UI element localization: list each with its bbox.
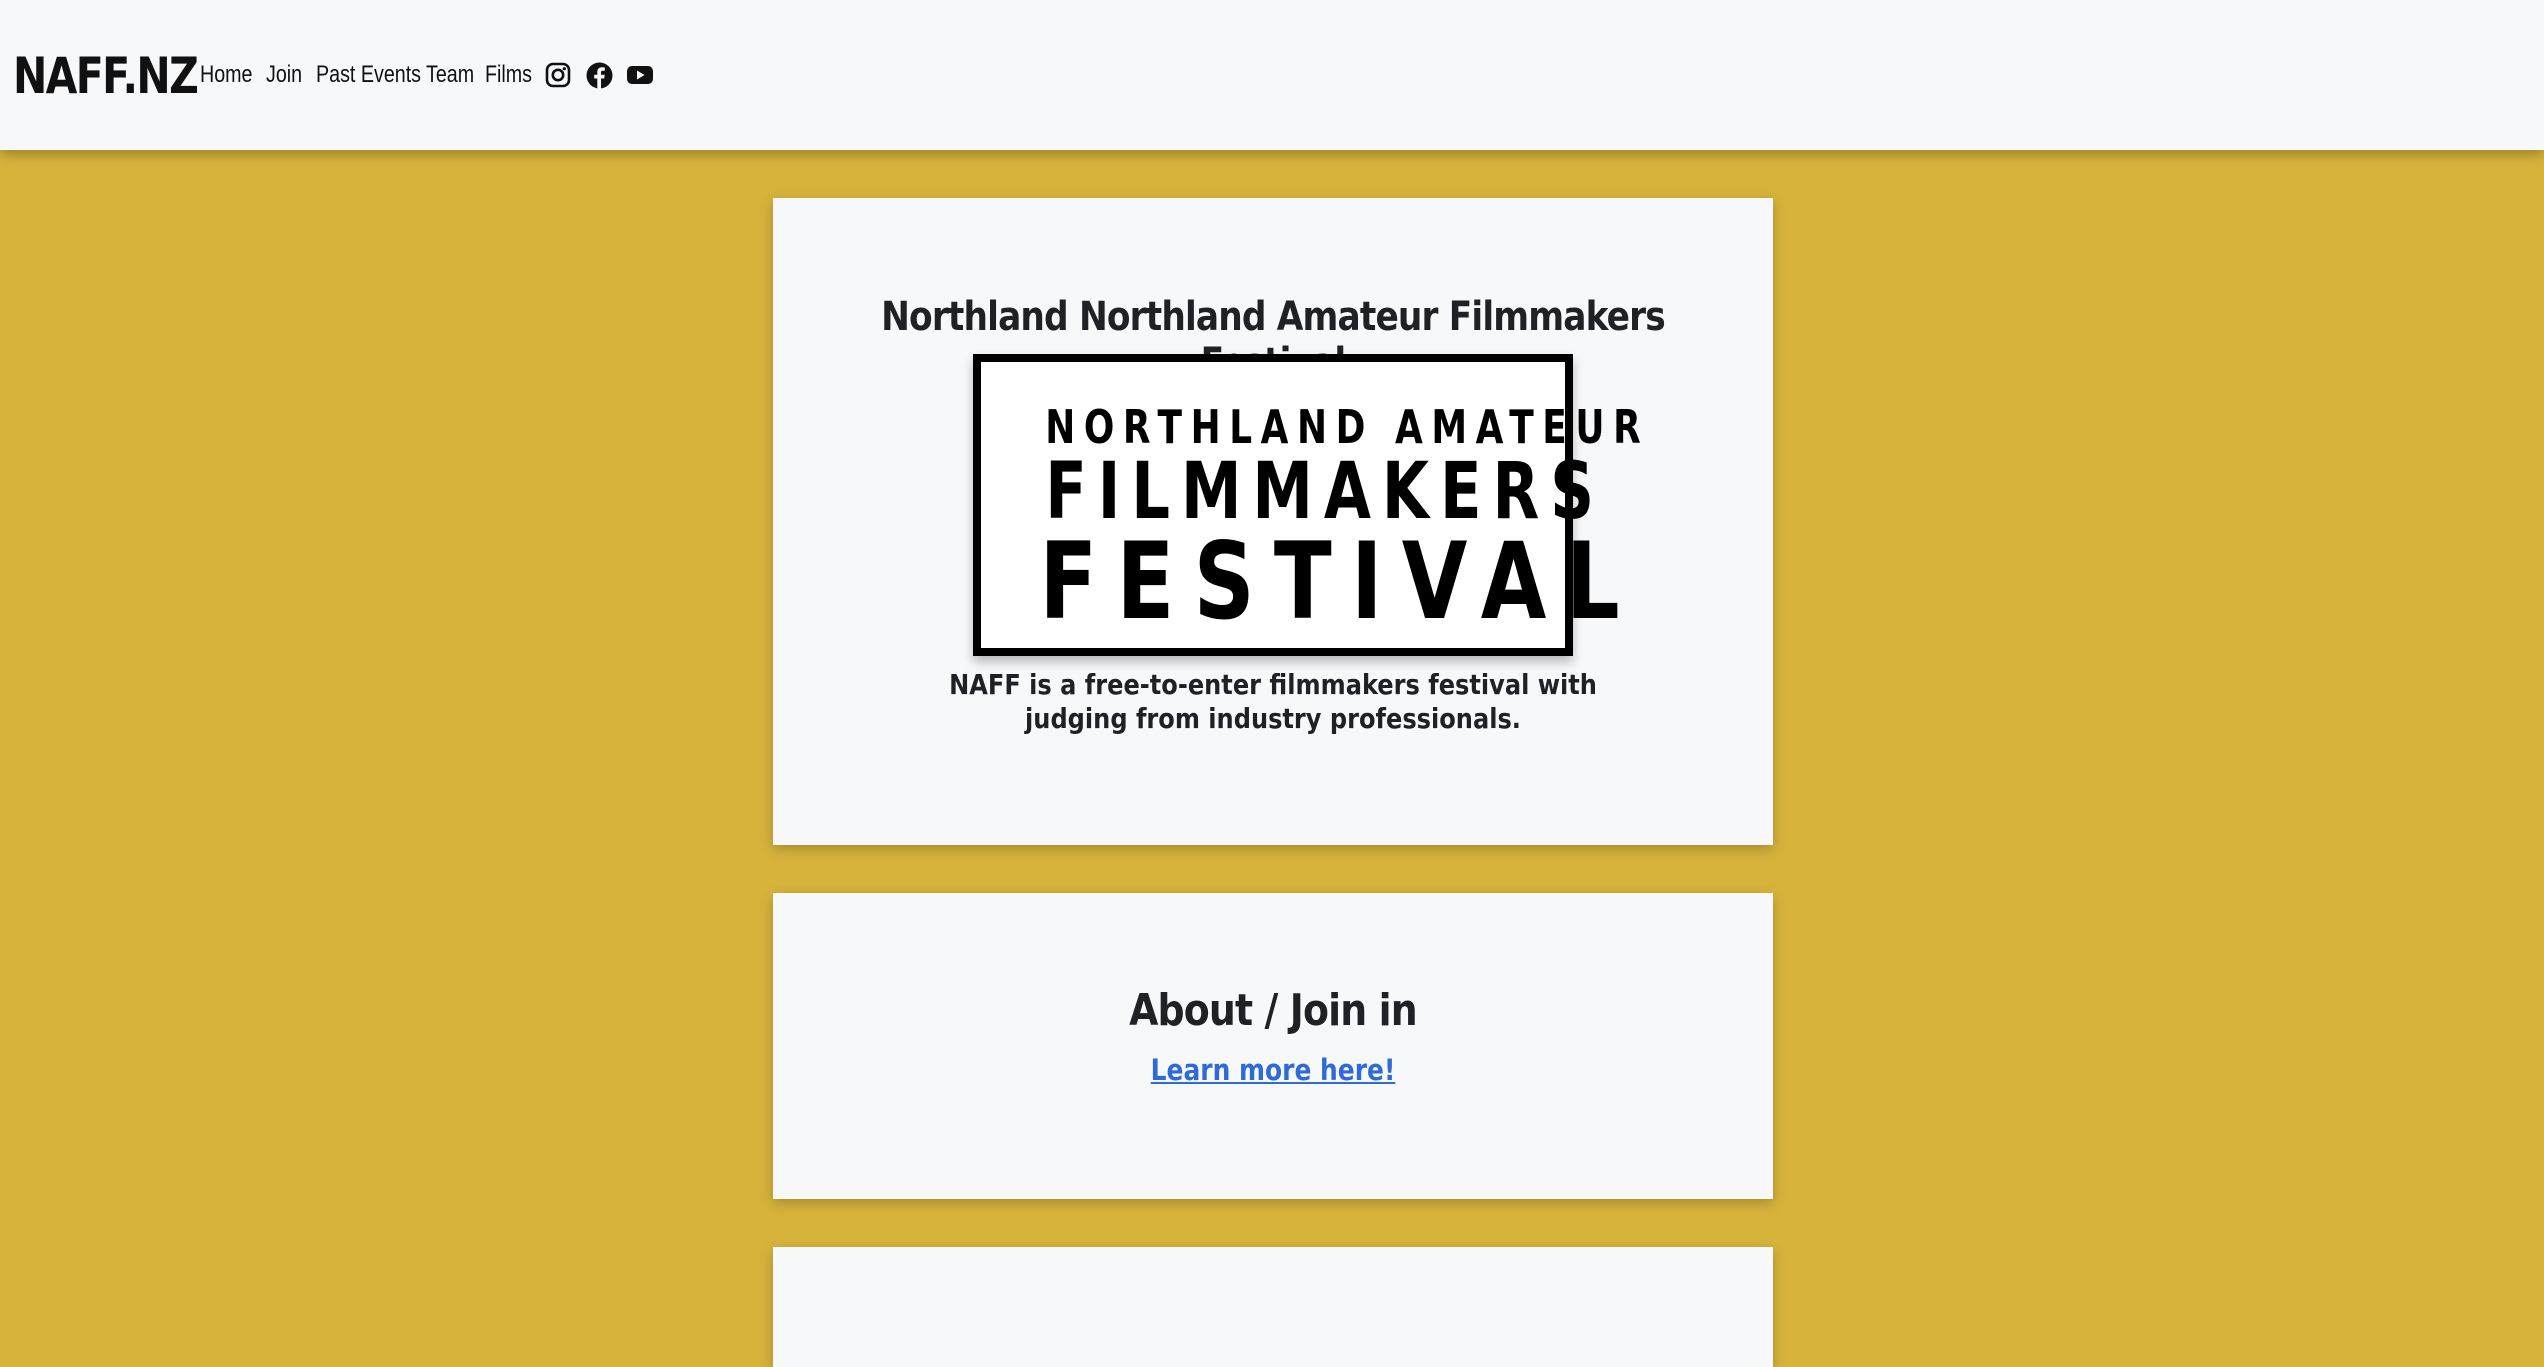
next-card [773, 1247, 1773, 1367]
site-logo-text[interactable]: NAFF.NZ [13, 47, 199, 105]
nav-link-past-events[interactable]: Past Events [316, 61, 421, 89]
facebook-icon[interactable] [584, 60, 614, 90]
nav-link-join[interactable]: Join [266, 61, 302, 89]
nav-link-home[interactable]: Home [200, 61, 253, 89]
nav-link-films[interactable]: Films [485, 61, 532, 89]
logo-line-3: FESTIVAL [1039, 520, 1639, 643]
festival-logo: NORTHLAND AMATEUR FILMMAKERS FESTIVAL [973, 354, 1641, 656]
instagram-icon[interactable] [543, 60, 573, 90]
nav-link-team[interactable]: Team [426, 61, 474, 89]
learn-more-link[interactable]: Learn more here! [843, 1053, 1703, 1087]
about-card: About / Join in Learn more here! [773, 893, 1773, 1199]
about-title: About / Join in [1129, 985, 1418, 1036]
youtube-icon[interactable] [625, 60, 655, 90]
main-nav: Home Join Past Events Team Films [200, 60, 666, 90]
hero-card: Northland Northland Amateur Filmmakers F… [773, 198, 1773, 845]
top-navigation-bar: NAFF.NZ Home Join Past Events Team Films [0, 0, 2544, 150]
hero-description: NAFF is a free-to-enter filmmakers festi… [949, 668, 1597, 735]
